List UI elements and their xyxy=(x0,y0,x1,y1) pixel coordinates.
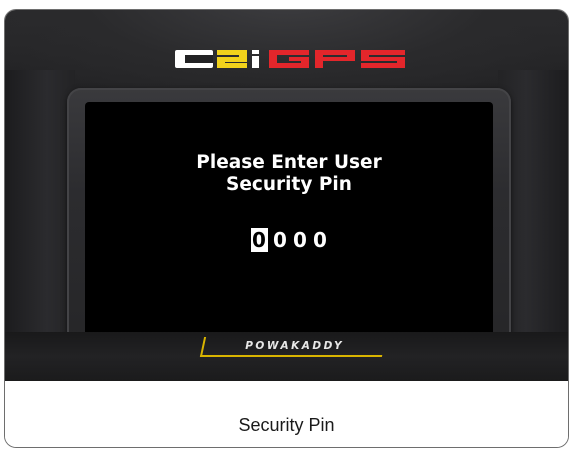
c2i-gps-logo-graphic xyxy=(175,50,405,68)
golf-trolley-display-photo: Please Enter User Security Pin 0 0 0 0 P… xyxy=(5,10,568,381)
pin-prompt: Please Enter User Security Pin xyxy=(85,152,493,196)
pin-digit-4: 0 xyxy=(313,228,327,252)
pin-prompt-line2: Security Pin xyxy=(226,174,352,195)
image-caption: Security Pin xyxy=(238,415,335,435)
caption-area: Security Pin xyxy=(5,381,568,447)
pin-entry: 0 0 0 0 xyxy=(85,228,493,252)
pin-prompt-line1: Please Enter User xyxy=(196,152,382,173)
pin-digit-3: 0 xyxy=(293,228,307,252)
powakaddy-badge: POWAKADDY xyxy=(199,337,387,357)
device-screen: Please Enter User Security Pin 0 0 0 0 xyxy=(85,102,493,342)
c2i-gps-logo xyxy=(173,44,413,74)
image-card: Please Enter User Security Pin 0 0 0 0 P… xyxy=(4,9,569,448)
brand-badge-text: POWAKADDY xyxy=(244,340,344,352)
pin-digit-2: 0 xyxy=(273,228,287,252)
pin-digit-1-selected: 0 xyxy=(250,228,268,252)
